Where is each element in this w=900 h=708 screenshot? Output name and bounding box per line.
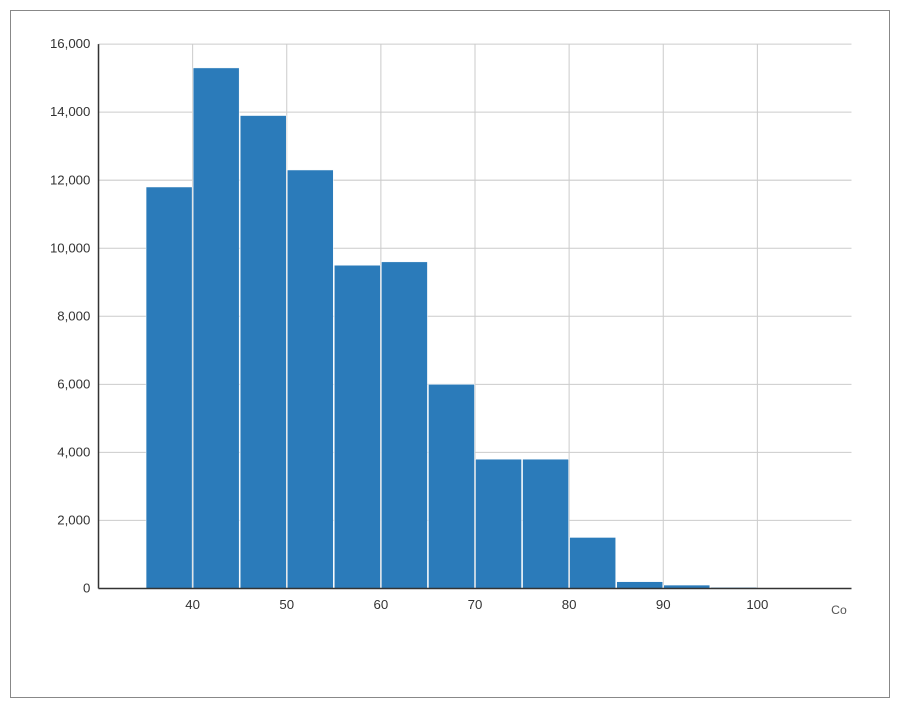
svg-text:6,000: 6,000	[57, 376, 90, 391]
svg-text:8,000: 8,000	[57, 308, 90, 323]
svg-text:10,000: 10,000	[50, 240, 90, 255]
svg-text:Co: Co	[831, 603, 847, 617]
svg-text:40: 40	[185, 597, 200, 612]
histogram-svg: 02,0004,0006,0008,00010,00012,00014,0001…	[81, 39, 869, 619]
chart-container: 0 2,000 4,000 6,000 8,000 10,000 12,000 14,000 1…	[10, 10, 890, 698]
svg-text:90: 90	[656, 597, 671, 612]
svg-text:12,000: 12,000	[50, 172, 90, 187]
svg-text:16,000: 16,000	[50, 36, 90, 51]
svg-text:4,000: 4,000	[57, 444, 90, 459]
svg-text:0: 0	[83, 581, 90, 596]
svg-text:80: 80	[562, 597, 577, 612]
svg-text:2,000: 2,000	[57, 512, 90, 527]
svg-text:100: 100	[746, 597, 768, 612]
svg-text:70: 70	[468, 597, 483, 612]
svg-text:60: 60	[374, 597, 389, 612]
chart-area: 02,0004,0006,0008,00010,00012,00014,0001…	[81, 39, 869, 619]
svg-text:50: 50	[279, 597, 294, 612]
svg-text:14,000: 14,000	[50, 104, 90, 119]
